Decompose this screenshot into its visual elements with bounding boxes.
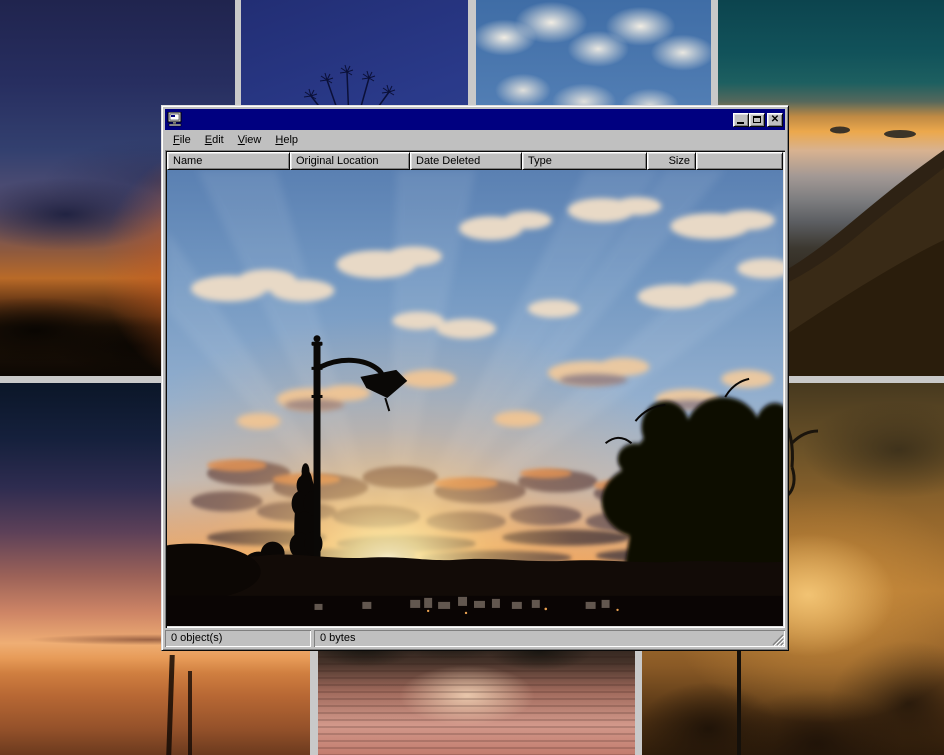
- desktop-wallpaper-collage: ✕ File Edit View Help Name Original Loca…: [0, 0, 944, 755]
- piling-silhouette: [188, 671, 192, 755]
- column-header-original-location[interactable]: Original Location: [290, 152, 410, 170]
- column-header-size[interactable]: Size: [647, 152, 696, 170]
- list-view-background-photo[interactable]: [167, 170, 783, 626]
- maximize-button[interactable]: [749, 113, 765, 127]
- status-total-size: 0 bytes: [314, 630, 785, 647]
- status-bar: 0 object(s) 0 bytes: [165, 630, 785, 647]
- status-object-count: 0 object(s): [165, 630, 311, 647]
- piling-silhouette: [166, 655, 174, 755]
- column-header-filler: [696, 152, 783, 170]
- recycle-bin-window: ✕ File Edit View Help Name Original Loca…: [161, 105, 789, 651]
- column-header-row: Name Original Location Date Deleted Type…: [167, 152, 783, 170]
- minimize-icon: [737, 122, 744, 124]
- column-header-name[interactable]: Name: [167, 152, 290, 170]
- menu-bar: File Edit View Help: [165, 130, 785, 150]
- titlebar[interactable]: ✕: [165, 109, 785, 130]
- computer-icon: [167, 112, 183, 127]
- resize-grip[interactable]: [771, 633, 784, 646]
- menu-item-edit[interactable]: Edit: [198, 132, 231, 148]
- list-view-frame: Name Original Location Date Deleted Type…: [165, 150, 785, 628]
- column-header-date-deleted[interactable]: Date Deleted: [410, 152, 522, 170]
- column-header-type[interactable]: Type: [522, 152, 647, 170]
- menu-item-view[interactable]: View: [231, 132, 269, 148]
- minimize-button[interactable]: [733, 113, 749, 127]
- maximize-icon: [753, 116, 761, 123]
- sunset-lamppost-photo: [167, 170, 783, 626]
- menu-item-help[interactable]: Help: [268, 132, 305, 148]
- close-icon: ✕: [771, 115, 779, 125]
- menu-item-file[interactable]: File: [166, 132, 198, 148]
- close-button[interactable]: ✕: [767, 113, 783, 127]
